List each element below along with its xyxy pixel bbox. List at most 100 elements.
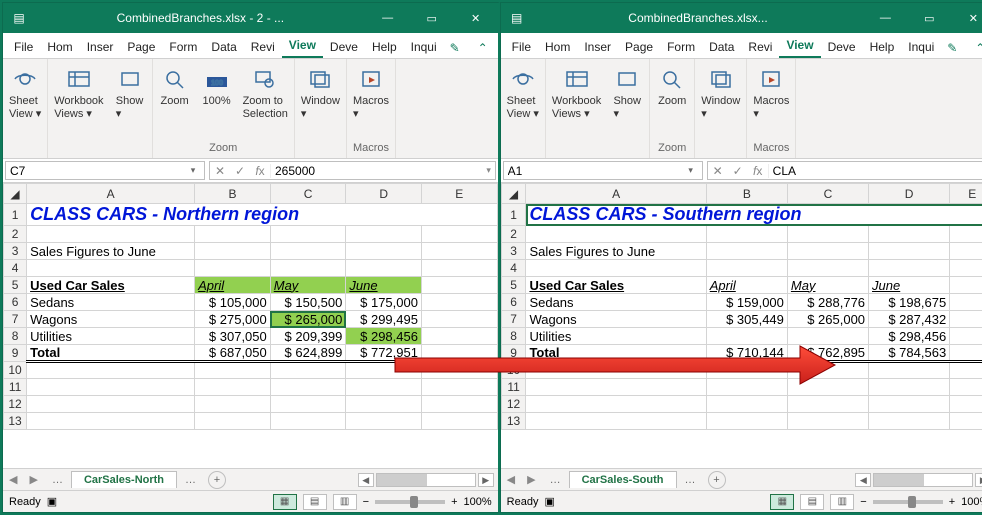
zoom-in-button[interactable]: +: [949, 496, 955, 508]
restore-button[interactable]: ▭: [907, 3, 951, 33]
view-pagelayout-icon[interactable]: ▤: [303, 494, 327, 510]
fx-icon[interactable]: fx: [250, 164, 270, 178]
name-box[interactable]: ▾: [503, 161, 703, 180]
tab-inquire[interactable]: Inqui: [404, 36, 444, 58]
tab-help[interactable]: Help: [863, 36, 902, 58]
new-sheet-button[interactable]: +: [708, 471, 726, 489]
tab-view[interactable]: View: [779, 34, 820, 58]
tab-inquire[interactable]: Inqui: [901, 36, 941, 58]
selected-cell[interactable]: CLASS CARS - Southern region: [526, 204, 982, 226]
selected-cell[interactable]: $ 265,000: [270, 311, 346, 328]
tab-more-left[interactable]: …: [44, 474, 71, 486]
tab-nav-next-icon[interactable]: ▶: [23, 473, 43, 486]
zoom-selection-button[interactable]: Zoom to Selection: [239, 63, 292, 123]
tab-pagelayout[interactable]: Page: [120, 36, 162, 58]
tab-developer[interactable]: Deve: [821, 36, 863, 58]
tab-more-right[interactable]: …: [177, 474, 204, 486]
tab-file[interactable]: File: [505, 36, 538, 58]
macro-record-icon[interactable]: ▣: [544, 495, 554, 508]
zoom-slider[interactable]: [873, 500, 943, 504]
col-header[interactable]: A: [27, 184, 195, 204]
subtitle[interactable]: Sales Figures to June: [27, 243, 195, 260]
select-all-corner[interactable]: ◢: [4, 184, 27, 204]
tab-formulas[interactable]: Form: [660, 36, 702, 58]
worksheet-grid[interactable]: ◢ A B C D E 1CLASS CARS - Southern regio…: [501, 183, 982, 468]
hscroll-left-icon[interactable]: ◀: [855, 473, 871, 487]
view-pagelayout-icon[interactable]: ▤: [800, 494, 824, 510]
hscroll-track[interactable]: [376, 473, 476, 487]
view-normal-icon[interactable]: ▦: [273, 494, 297, 510]
sheet-view-button[interactable]: Sheet View ▾: [5, 63, 45, 123]
enter-formula-icon[interactable]: ✓: [230, 164, 250, 178]
col-header[interactable]: A: [526, 184, 706, 204]
zoom-100-button[interactable]: 100100%: [197, 63, 237, 110]
tab-nav-next-icon[interactable]: ▶: [521, 473, 541, 486]
tab-nav-prev-icon[interactable]: ◀: [3, 473, 23, 486]
zoom-in-button[interactable]: +: [451, 496, 457, 508]
name-box-input[interactable]: [508, 164, 684, 178]
tab-formulas[interactable]: Form: [162, 36, 204, 58]
share-icon[interactable]: ✎: [941, 38, 963, 58]
titlebar[interactable]: ▤ CombinedBranches.xlsx... — ▭ ✕: [501, 3, 982, 33]
hscroll-right-icon[interactable]: ▶: [478, 473, 494, 487]
tab-review[interactable]: Revi: [244, 36, 282, 58]
zoom-out-button[interactable]: −: [860, 496, 866, 508]
worksheet-grid[interactable]: ◢ A B C D E 1CLASS CARS - Northern regio…: [3, 183, 498, 468]
col-header[interactable]: B: [706, 184, 787, 204]
section-header[interactable]: Used Car Sales: [27, 277, 195, 294]
close-button[interactable]: ✕: [454, 3, 498, 33]
tab-insert[interactable]: Inser: [577, 36, 618, 58]
zoom-level[interactable]: 100%: [464, 496, 492, 508]
macros-button[interactable]: Macros ▾: [349, 63, 393, 123]
select-all-corner[interactable]: ◢: [501, 184, 526, 204]
col-header[interactable]: C: [787, 184, 868, 204]
formula-input[interactable]: CLA: [768, 164, 981, 178]
enter-formula-icon[interactable]: ✓: [728, 164, 748, 178]
tab-data[interactable]: Data: [702, 36, 741, 58]
tab-home[interactable]: Hom: [40, 36, 79, 58]
sheet-tab[interactable]: CarSales-North: [71, 471, 177, 488]
col-header[interactable]: C: [270, 184, 346, 204]
col-header[interactable]: E: [950, 184, 982, 204]
formula-input[interactable]: 265000: [270, 164, 483, 178]
tab-developer[interactable]: Deve: [323, 36, 365, 58]
tab-view[interactable]: View: [282, 34, 323, 58]
view-pagebreak-icon[interactable]: ▥: [333, 494, 357, 510]
zoom-button[interactable]: Zoom: [652, 63, 692, 110]
macros-button[interactable]: Macros ▾: [749, 63, 793, 123]
show-button[interactable]: Show ▾: [110, 63, 150, 123]
share-icon[interactable]: ✎: [444, 38, 466, 58]
workbook-views-button[interactable]: Workbook Views ▾: [548, 63, 605, 123]
sheet-view-button[interactable]: Sheet View ▾: [503, 63, 543, 123]
show-button[interactable]: Show ▾: [607, 63, 647, 123]
tab-review[interactable]: Revi: [741, 36, 779, 58]
zoom-out-button[interactable]: −: [363, 496, 369, 508]
new-sheet-button[interactable]: +: [208, 471, 226, 489]
collapse-ribbon-icon[interactable]: ⌃: [472, 38, 494, 58]
name-box[interactable]: ▾: [5, 161, 205, 180]
name-box-dropdown-icon[interactable]: ▾: [684, 165, 698, 176]
zoom-button[interactable]: Zoom: [155, 63, 195, 110]
tab-file[interactable]: File: [7, 36, 40, 58]
name-box-input[interactable]: [10, 164, 186, 178]
close-button[interactable]: ✕: [951, 3, 982, 33]
region-title[interactable]: CLASS CARS - Northern region: [27, 204, 498, 226]
hscroll-thumb[interactable]: [874, 474, 924, 486]
window-button[interactable]: Window ▾: [297, 63, 344, 123]
tab-help[interactable]: Help: [365, 36, 404, 58]
col-header[interactable]: E: [421, 184, 497, 204]
tab-data[interactable]: Data: [204, 36, 243, 58]
workbook-views-button[interactable]: Workbook Views ▾: [50, 63, 107, 123]
collapse-ribbon-icon[interactable]: ⌃: [969, 38, 982, 58]
col-header[interactable]: D: [346, 184, 422, 204]
cancel-formula-icon[interactable]: ✕: [210, 164, 230, 178]
name-box-dropdown-icon[interactable]: ▾: [186, 165, 200, 176]
titlebar[interactable]: ▤ CombinedBranches.xlsx - 2 - ... — ▭ ✕: [3, 3, 498, 33]
view-pagebreak-icon[interactable]: ▥: [830, 494, 854, 510]
sheet-tab[interactable]: CarSales-South: [569, 471, 677, 488]
cancel-formula-icon[interactable]: ✕: [708, 164, 728, 178]
tab-pagelayout[interactable]: Page: [618, 36, 660, 58]
hscroll-thumb[interactable]: [377, 474, 427, 486]
zoom-slider[interactable]: [375, 500, 445, 504]
minimize-button[interactable]: —: [366, 3, 410, 33]
